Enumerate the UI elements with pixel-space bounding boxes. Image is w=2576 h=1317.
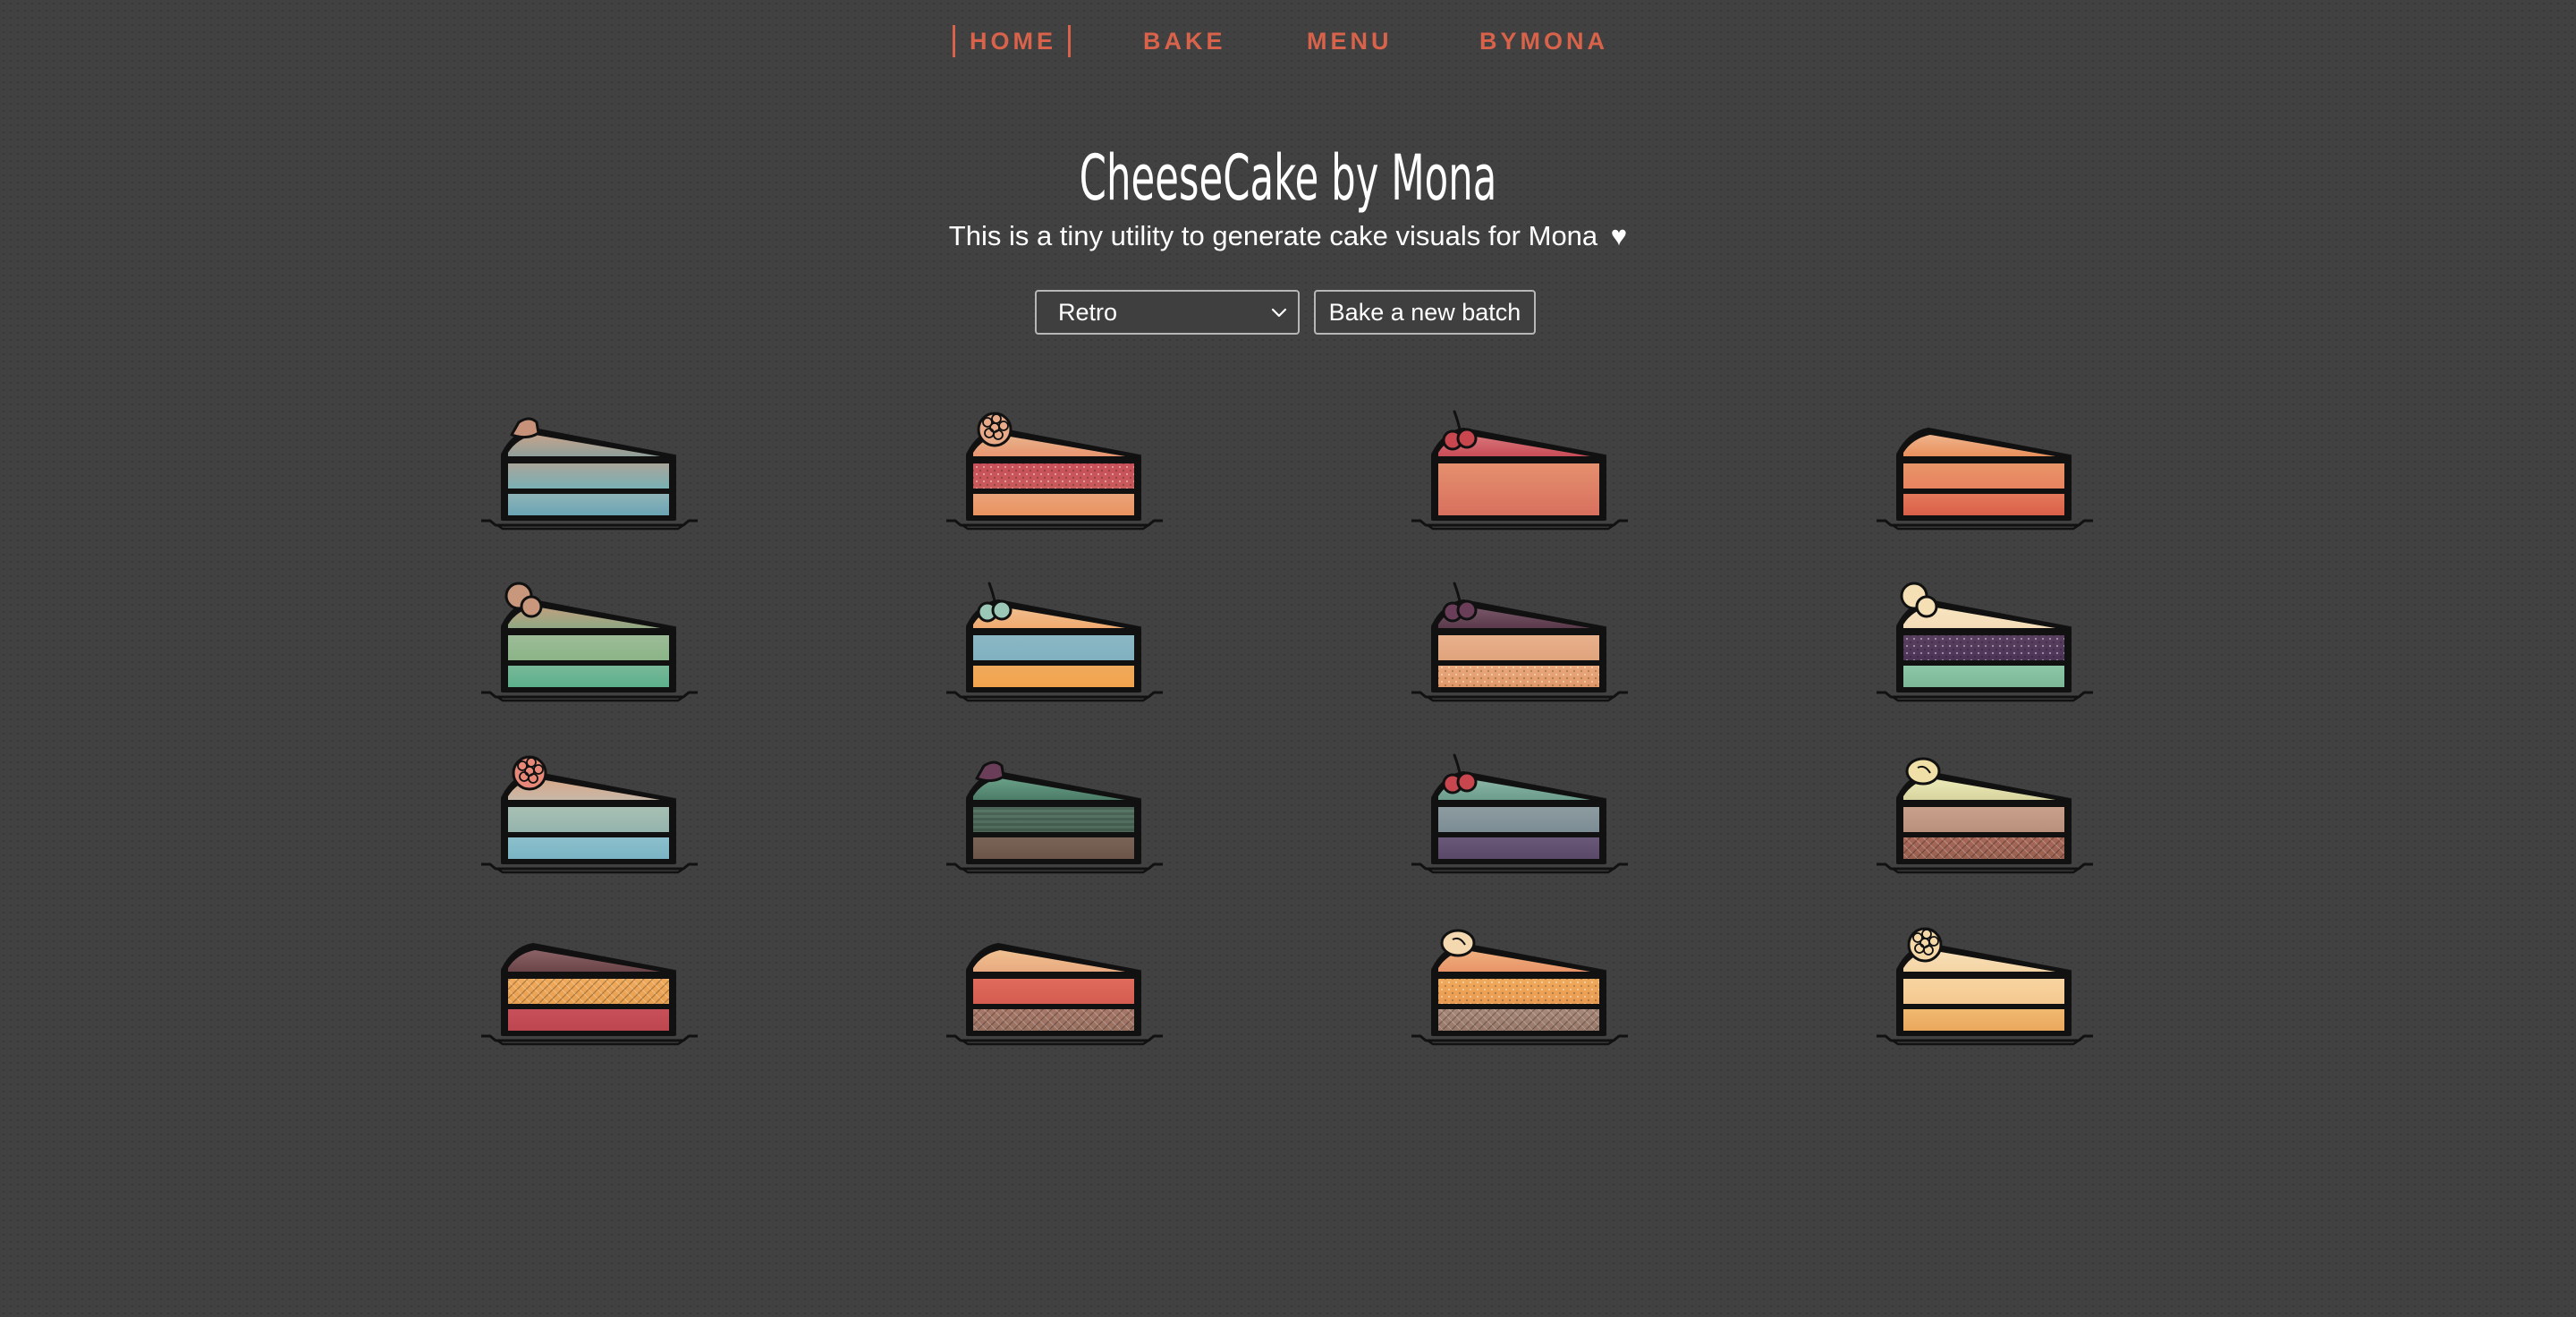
cake-slice-svg bbox=[1411, 929, 1628, 1046]
cake-slice bbox=[481, 565, 699, 709]
theme-select[interactable]: Retro bbox=[1035, 290, 1300, 335]
heart-icon: ♥ bbox=[1610, 220, 1628, 251]
cake-slice-svg bbox=[1877, 582, 2093, 702]
nav-link-home[interactable]: HOME bbox=[953, 21, 1071, 61]
cake-slice bbox=[1877, 737, 2095, 880]
main-nav: HOME BAKE MENU BYMONA bbox=[0, 21, 2576, 61]
nav-link-menu[interactable]: MENU bbox=[1307, 21, 1393, 61]
cake-slice bbox=[946, 737, 1165, 880]
cake-topping bbox=[1442, 582, 1478, 623]
cake-slice-svg bbox=[481, 943, 698, 1046]
cake-topping bbox=[1907, 927, 1943, 963]
cake-slice-svg bbox=[481, 755, 698, 874]
cake-slice bbox=[946, 909, 1165, 1052]
cake-slice bbox=[1411, 394, 1630, 537]
cake-slice bbox=[946, 565, 1165, 709]
cake-slice bbox=[481, 737, 699, 880]
cake-grid bbox=[481, 394, 2093, 1047]
bake-new-batch-button[interactable]: Bake a new batch bbox=[1314, 290, 1536, 335]
nav-link-bymona[interactable]: BYMONA bbox=[1479, 21, 1608, 61]
cake-topping bbox=[977, 412, 1013, 447]
cake-slice-svg bbox=[946, 760, 1163, 874]
cake-topping bbox=[510, 417, 540, 439]
cake-slice bbox=[1411, 565, 1630, 709]
cake-topping bbox=[1442, 753, 1478, 794]
cake-slice-svg bbox=[1877, 428, 2093, 531]
page-subtitle: This is a tiny utility to generate cake … bbox=[0, 215, 2576, 258]
cake-slice-svg bbox=[1877, 757, 2093, 874]
cake-slice bbox=[481, 909, 699, 1052]
cake-topping bbox=[512, 755, 547, 791]
page-title: CheeseCake by Mona bbox=[1079, 140, 1497, 215]
cake-slice bbox=[1411, 909, 1630, 1052]
cake-slice-svg bbox=[1877, 927, 2093, 1046]
cake-topping bbox=[1440, 929, 1476, 957]
cake-slice-svg bbox=[1411, 410, 1628, 531]
cake-slice bbox=[1877, 909, 2095, 1052]
subtitle-text: This is a tiny utility to generate cake … bbox=[948, 220, 1598, 251]
nav-link-bake[interactable]: BAKE bbox=[1143, 21, 1226, 61]
chevron-down-icon bbox=[1271, 308, 1287, 318]
cake-topping bbox=[975, 760, 1005, 783]
cake-slice bbox=[1877, 394, 2095, 537]
cake-slice-svg bbox=[946, 943, 1163, 1046]
cake-slice bbox=[1877, 565, 2095, 709]
cake-slice-svg bbox=[946, 412, 1163, 531]
cake-topping bbox=[977, 582, 1013, 623]
cake-topping bbox=[1905, 757, 1941, 786]
cake-slice-svg bbox=[1411, 753, 1628, 874]
cake-slice bbox=[946, 394, 1165, 537]
cake-slice-svg bbox=[1411, 582, 1628, 702]
cake-topping bbox=[1442, 410, 1478, 451]
cake-slice-svg bbox=[946, 582, 1163, 702]
cake-slice bbox=[1411, 737, 1630, 880]
theme-select-value: Retro bbox=[1058, 299, 1118, 326]
cake-slice bbox=[481, 394, 699, 537]
cake-slice-svg bbox=[481, 582, 698, 702]
cake-slice-svg bbox=[481, 417, 698, 531]
